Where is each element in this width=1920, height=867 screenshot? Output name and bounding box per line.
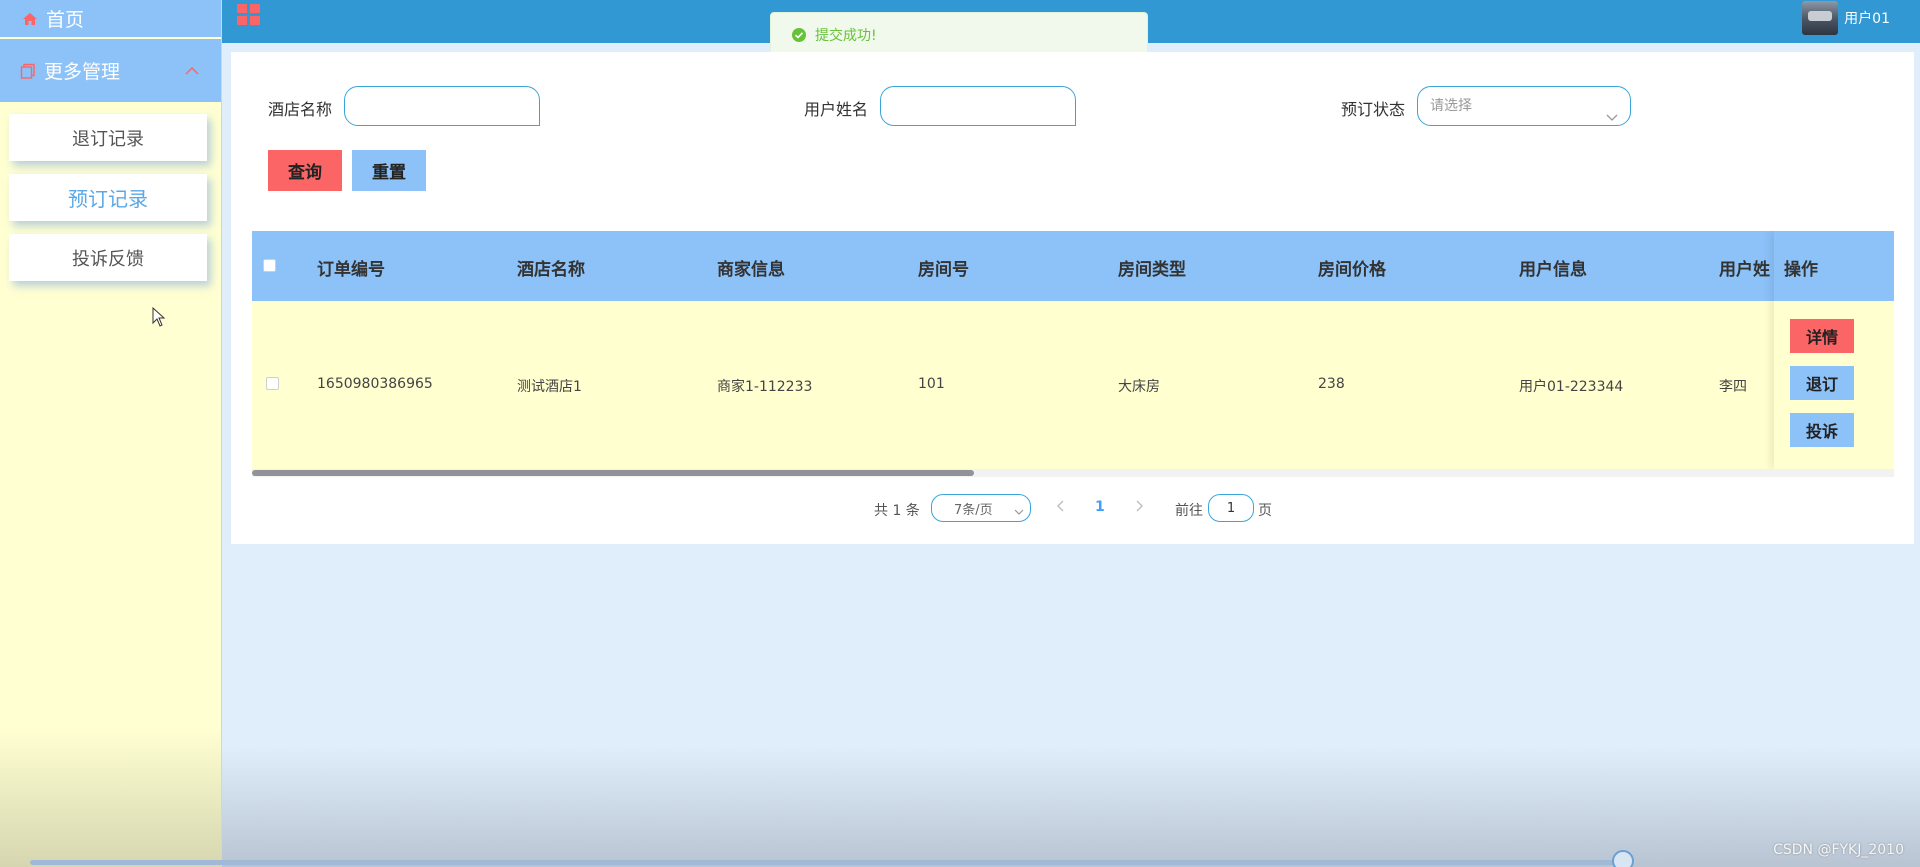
chevron-down-icon bbox=[1014, 505, 1024, 520]
mouse-cursor-icon bbox=[152, 306, 166, 331]
row-checkbox[interactable] bbox=[266, 377, 279, 390]
col-room-type: 房间类型 bbox=[1118, 260, 1186, 280]
goto-label: 前往 bbox=[1175, 503, 1203, 519]
query-button[interactable]: 查询 bbox=[268, 150, 342, 191]
cell-user-info: 用户01-223344 bbox=[1519, 379, 1624, 395]
prev-page-icon[interactable] bbox=[1057, 500, 1065, 516]
hotel-name-input[interactable] bbox=[344, 86, 540, 126]
sidebar-item-booking-records[interactable]: 预订记录 bbox=[9, 174, 207, 221]
complain-button[interactable]: 投诉 bbox=[1790, 413, 1854, 447]
reset-button[interactable]: 重置 bbox=[352, 150, 426, 191]
toast-message: 提交成功! bbox=[815, 28, 877, 44]
cell-hotel-name: 测试酒店1 bbox=[517, 379, 582, 395]
sidebar-item-complaints[interactable]: 投诉反馈 bbox=[9, 234, 207, 281]
home-icon bbox=[22, 11, 38, 27]
table-row: 1650980386965 测试酒店1 商家1-112233 101 大床房 2… bbox=[252, 301, 1894, 469]
col-order-no: 订单编号 bbox=[317, 260, 385, 280]
horizontal-scrollbar[interactable] bbox=[252, 469, 1894, 477]
col-hotel-name: 酒店名称 bbox=[517, 260, 585, 280]
goto-page-input[interactable]: 1 bbox=[1208, 494, 1254, 522]
status-select[interactable]: 请选择 bbox=[1417, 86, 1631, 126]
sidebar-item-home[interactable]: 首页 bbox=[0, 0, 221, 37]
cancel-booking-button[interactable]: 退订 bbox=[1790, 366, 1854, 400]
col-merchant-info: 商家信息 bbox=[717, 260, 785, 280]
orders-table: 订单编号 酒店名称 商家信息 房间号 房间类型 房间价格 用户信息 用户姓 16… bbox=[252, 231, 1894, 477]
col-room-no: 房间号 bbox=[918, 260, 969, 280]
chevron-down-icon bbox=[1606, 99, 1618, 137]
filter-row: 酒店名称 用户姓名 预订状态 请选择 bbox=[231, 86, 1914, 126]
cell-order-no: 1650980386965 bbox=[317, 376, 433, 392]
chevron-up-icon bbox=[185, 66, 199, 76]
scrollbar-thumb[interactable] bbox=[252, 470, 975, 476]
cell-room-type: 大床房 bbox=[1118, 379, 1160, 395]
goto-value: 1 bbox=[1226, 500, 1236, 516]
cell-room-price: 238 bbox=[1318, 376, 1345, 392]
page-size-value: 7条/页 bbox=[954, 502, 993, 518]
main-card: 酒店名称 用户姓名 预订状态 请选择 查询 重置 订单编号 酒店名称 商家信息 … bbox=[231, 52, 1914, 544]
pagination: 共 1 条 7条/页 1 前往 1 页 bbox=[231, 494, 1914, 524]
copy-icon bbox=[20, 63, 36, 79]
sidebar: 首页 更多管理 退订记录 预订记录 投诉反馈 bbox=[0, 0, 222, 867]
cell-user-name: 李四 bbox=[1719, 379, 1747, 395]
detail-button[interactable]: 详情 bbox=[1790, 319, 1854, 353]
watermark: CSDN @FYKJ_2010 bbox=[1773, 842, 1904, 858]
cell-merchant-info: 商家1-112233 bbox=[717, 379, 813, 395]
sidebar-item-cancel-records[interactable]: 退订记录 bbox=[9, 114, 207, 161]
cell-room-no: 101 bbox=[918, 376, 945, 392]
actions-header: 操作 bbox=[1774, 231, 1894, 301]
next-page-icon[interactable] bbox=[1135, 500, 1143, 516]
sidebar-more-label: 更多管理 bbox=[44, 61, 121, 83]
actions-cell: 详情 退订 投诉 bbox=[1774, 301, 1894, 469]
col-user-info: 用户信息 bbox=[1519, 260, 1587, 280]
status-placeholder: 请选择 bbox=[1430, 98, 1472, 114]
user-name: 用户01 bbox=[1844, 11, 1890, 27]
menu-grid-icon[interactable] bbox=[237, 4, 261, 30]
page-size-select[interactable]: 7条/页 bbox=[931, 494, 1031, 522]
sidebar-item-more[interactable]: 更多管理 bbox=[0, 39, 221, 102]
select-all-checkbox[interactable] bbox=[263, 259, 276, 272]
hotel-name-label: 酒店名称 bbox=[268, 100, 333, 119]
check-circle-icon bbox=[791, 27, 807, 43]
user-name-label: 用户姓名 bbox=[804, 100, 869, 119]
col-actions: 操作 bbox=[1784, 260, 1818, 280]
actions-column: 操作 详情 退订 投诉 bbox=[1774, 231, 1894, 469]
col-room-price: 房间价格 bbox=[1318, 260, 1386, 280]
user-menu[interactable]: 用户01 bbox=[1802, 0, 1890, 36]
pagination-total: 共 1 条 bbox=[874, 503, 920, 519]
page-number-current[interactable]: 1 bbox=[1095, 499, 1105, 515]
table-header: 订单编号 酒店名称 商家信息 房间号 房间类型 房间价格 用户信息 用户姓 bbox=[252, 231, 1894, 301]
avatar bbox=[1802, 1, 1839, 35]
bottom-progress-slider[interactable] bbox=[30, 860, 1625, 865]
sidebar-submenu: 退订记录 预订记录 投诉反馈 bbox=[0, 102, 221, 281]
user-name-input[interactable] bbox=[880, 86, 1076, 126]
sidebar-home-label: 首页 bbox=[46, 9, 85, 31]
col-user-name: 用户姓 bbox=[1719, 260, 1770, 280]
slider-handle[interactable] bbox=[1612, 850, 1634, 867]
page-suffix: 页 bbox=[1258, 503, 1272, 519]
status-label: 预订状态 bbox=[1341, 100, 1406, 119]
